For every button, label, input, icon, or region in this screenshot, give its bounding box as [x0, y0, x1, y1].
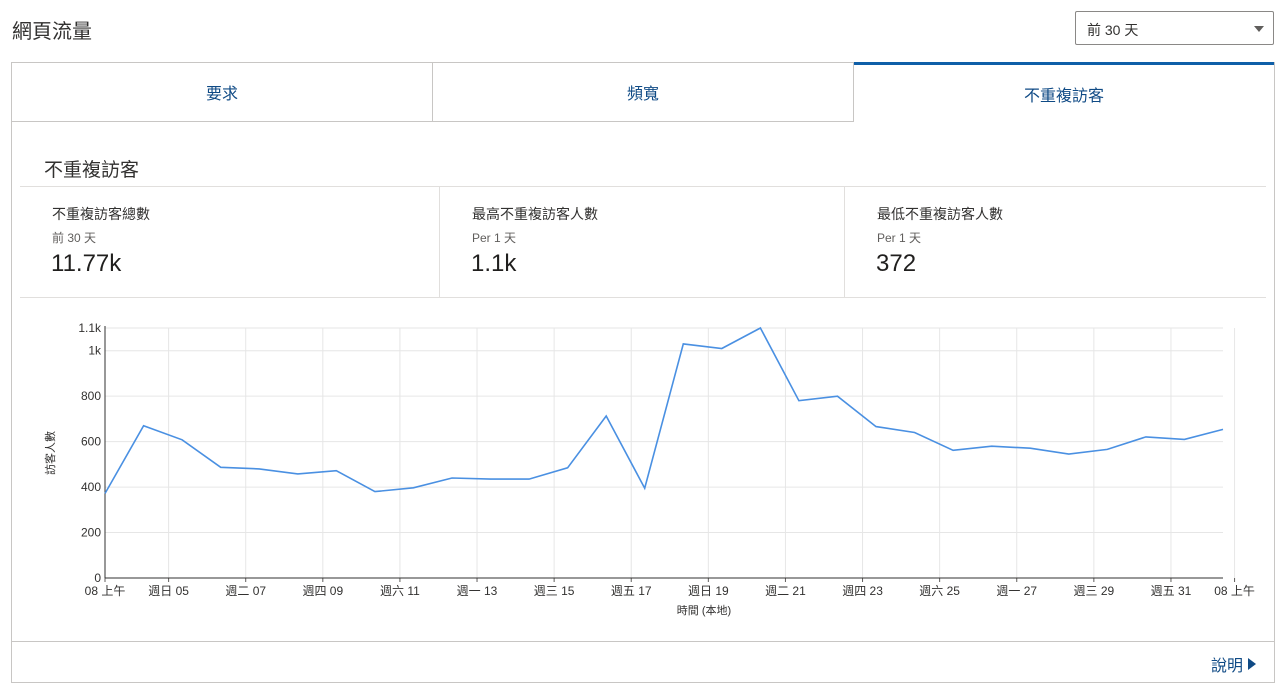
data-point	[372, 489, 377, 494]
x-tick-label: 08 上午	[85, 584, 126, 598]
data-point	[1066, 452, 1071, 457]
data-point	[989, 444, 994, 449]
x-tick-label: 週二 21	[765, 584, 806, 598]
stat-value: 1.1k	[471, 250, 517, 277]
page-title: 網頁流量	[12, 21, 92, 43]
data-point	[874, 424, 879, 429]
x-axis-title: 時間 (本地)	[677, 603, 731, 617]
metric-tabs: 要求 頻寬 不重複訪客	[12, 62, 1274, 122]
time-range-value: 前 30 天	[1087, 22, 1139, 38]
y-tick-label: 400	[81, 480, 101, 494]
data-point	[835, 394, 840, 399]
data-point	[758, 326, 763, 331]
card-footer: 說明	[12, 641, 1274, 683]
data-point	[719, 346, 724, 351]
traffic-card: 要求 頻寬 不重複訪客 不重複訪客 不重複訪客總數 前 30 天 11.77k …	[11, 62, 1275, 683]
data-point	[1221, 427, 1226, 432]
x-tick-label: 週三 15	[534, 584, 575, 598]
y-axis-title: 訪客人數	[43, 431, 57, 475]
stat-subtitle: Per 1 天	[472, 231, 517, 245]
y-tick-label: 1k	[88, 344, 102, 358]
data-point	[295, 471, 300, 476]
help-link[interactable]: 說明	[1211, 652, 1256, 676]
data-point	[449, 476, 454, 481]
x-tick-label: 週六 11	[380, 584, 420, 598]
y-tick-label: 200	[81, 526, 101, 540]
visitors-line-chart: 0 200 400 600 800 1k 1.1k 08 上午 週日 05 週二 07 週四 09 週…	[43, 321, 1255, 617]
data-point	[218, 465, 223, 470]
stat-total-unique-visitors: 不重複訪客總數 前 30 天 11.77k	[20, 187, 440, 297]
x-tick-label: 週日 05	[148, 584, 189, 598]
data-point	[141, 423, 146, 428]
data-point	[681, 341, 686, 346]
x-tick-label: 週六 25	[919, 584, 960, 598]
y-tick-label: 0	[94, 571, 101, 585]
data-point	[1143, 434, 1148, 439]
x-tick-label: 週三 29	[1074, 584, 1115, 598]
data-point	[565, 465, 570, 470]
stat-max-unique-visitors: 最高不重複訪客人數 Per 1 天 1.1k	[440, 187, 845, 297]
data-point	[103, 491, 108, 496]
section-title: 不重複訪客	[44, 160, 140, 181]
tab-unique-visitors[interactable]: 不重複訪客	[854, 62, 1274, 122]
data-point	[411, 485, 416, 490]
data-point	[527, 477, 532, 482]
y-tick-label: 1.1k	[78, 321, 102, 335]
data-point	[796, 398, 801, 403]
help-label: 說明	[1210, 658, 1243, 675]
chevron-down-icon	[1254, 26, 1264, 32]
data-point	[1105, 447, 1110, 452]
x-tick-label: 週四 23	[842, 584, 883, 598]
stat-subtitle: Per 1 天	[877, 231, 922, 245]
data-point	[1028, 446, 1033, 451]
x-tick-label: 08 上午	[1214, 584, 1255, 598]
y-tick-label: 800	[81, 389, 101, 403]
data-point	[180, 437, 185, 442]
data-point	[334, 468, 339, 473]
data-point	[257, 466, 262, 471]
tab-requests[interactable]: 要求	[12, 63, 433, 122]
data-point	[912, 430, 917, 435]
data-point	[488, 477, 493, 482]
stat-min-unique-visitors: 最低不重複訪客人數 Per 1 天 372	[845, 187, 1266, 297]
stat-label: 最高不重複訪客人數	[472, 206, 598, 222]
x-tick-label: 週五 17	[611, 584, 652, 598]
stat-label: 不重複訪客總數	[52, 206, 150, 222]
y-tick-label: 600	[81, 435, 101, 449]
data-point	[642, 486, 647, 491]
stat-subtitle: 前 30 天	[52, 231, 97, 245]
data-point	[604, 413, 609, 418]
time-range-dropdown[interactable]: 前 30 天	[1075, 11, 1274, 45]
caret-right-icon	[1248, 658, 1256, 670]
stats-row: 不重複訪客總數 前 30 天 11.77k 最高不重複訪客人數 Per 1 天 …	[20, 186, 1266, 298]
series-line	[104, 326, 1224, 494]
tab-bandwidth[interactable]: 頻寬	[433, 63, 854, 122]
stat-value: 11.77k	[51, 250, 122, 277]
data-point	[1182, 437, 1187, 442]
stat-label: 最低不重複訪客人數	[877, 206, 1003, 222]
x-tick-label: 週一 13	[457, 584, 498, 598]
x-tick-label: 週四 09	[302, 584, 343, 598]
x-tick-label: 週二 07	[225, 584, 266, 598]
data-point	[951, 448, 956, 453]
stat-value: 372	[876, 250, 917, 277]
x-tick-label: 週一 27	[996, 584, 1037, 598]
x-tick-label: 週五 31	[1151, 584, 1192, 598]
x-tick-label: 週日 19	[688, 584, 729, 598]
